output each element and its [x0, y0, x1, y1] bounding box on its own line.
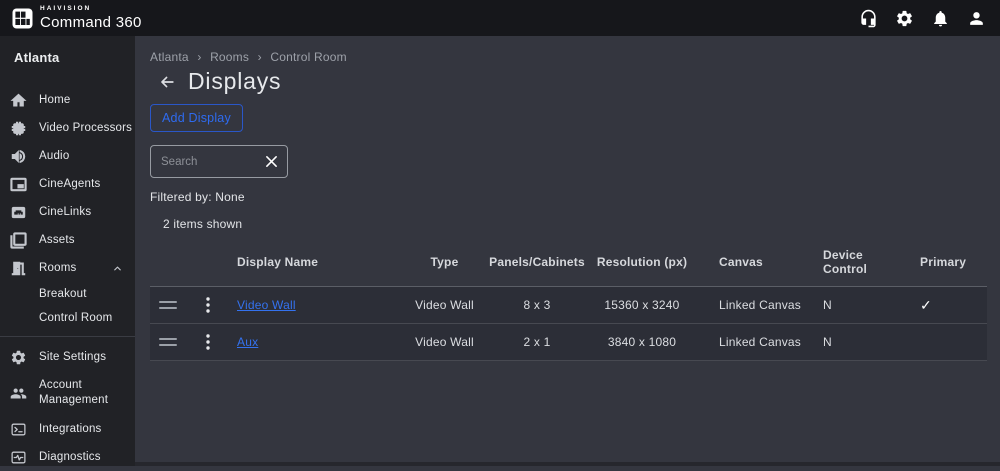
- panels-cell: 8 x 3: [487, 287, 587, 324]
- table-header-row: Display Name Type Panels/Cabinets Resolu…: [150, 244, 987, 287]
- col-canvas: Canvas: [697, 244, 807, 287]
- sidebar-item-cinelinks[interactable]: CineLinks: [0, 198, 135, 226]
- gear-icon: [10, 349, 27, 366]
- drag-cell: [150, 324, 186, 361]
- window-widget-icon: [10, 176, 27, 193]
- brand-company: HAIVISION: [40, 6, 142, 13]
- kebab-menu-icon[interactable]: [206, 297, 210, 313]
- table-row: Video Wall Video Wall 8 x 3 15360 x 3240…: [150, 287, 987, 324]
- display-name-cell: Aux: [230, 324, 402, 361]
- app-logo: HAIVISION Command 360: [12, 6, 142, 30]
- breadcrumb-separator: ›: [258, 50, 262, 64]
- col-panels-cabinets: Panels/Cabinets: [487, 244, 587, 287]
- actions-cell: [186, 287, 230, 324]
- home-icon: [10, 92, 27, 109]
- col-resolution: Resolution (px): [587, 244, 697, 287]
- display-name-cell: Video Wall: [230, 287, 402, 324]
- top-bar: HAIVISION Command 360: [0, 0, 1000, 36]
- brand-product: Command 360: [40, 15, 142, 30]
- search-input[interactable]: [161, 156, 253, 168]
- drag-handle-icon[interactable]: [159, 338, 177, 346]
- displays-table: Display Name Type Panels/Cabinets Resolu…: [150, 244, 987, 361]
- speaker-icon: [10, 148, 27, 165]
- device-control-cell: N: [807, 287, 907, 324]
- sidebar-item-integrations[interactable]: Integrations: [0, 415, 135, 443]
- sidebar-item-cineagents[interactable]: CineAgents: [0, 170, 135, 198]
- items-count: 2 items shown: [163, 217, 1000, 231]
- col-device-control: Device Control: [807, 244, 907, 287]
- actions-column-header: [186, 244, 230, 287]
- sidebar-item-assets[interactable]: Assets: [0, 226, 135, 254]
- sidebar-item-control-room[interactable]: Control Room: [0, 306, 135, 330]
- breadcrumb-atlanta[interactable]: Atlanta: [150, 50, 189, 64]
- breadcrumb-separator: ›: [197, 50, 201, 64]
- filter-status: Filtered by: None: [150, 190, 1000, 204]
- ethernet-port-icon: [10, 204, 27, 221]
- sidebar-item-rooms[interactable]: Rooms: [0, 254, 135, 282]
- topbar-icon-group: [859, 9, 986, 28]
- canvas-cell: Linked Canvas: [697, 287, 807, 324]
- display-link[interactable]: Aux: [237, 335, 258, 349]
- pulse-waveform-icon: [10, 449, 27, 466]
- sidebar-item-breakout[interactable]: Breakout: [0, 282, 135, 306]
- col-display-name: Display Name: [230, 244, 402, 287]
- display-link[interactable]: Video Wall: [237, 298, 296, 312]
- breadcrumb-control-room: Control Room: [270, 50, 346, 64]
- actions-cell: [186, 324, 230, 361]
- add-display-button[interactable]: Add Display: [150, 104, 243, 132]
- kebab-menu-icon[interactable]: [206, 334, 210, 350]
- sidebar-item-audio[interactable]: Audio: [0, 142, 135, 170]
- primary-cell: [907, 324, 987, 361]
- sidebar-item-site-settings[interactable]: Site Settings: [0, 343, 135, 371]
- breadcrumb: Atlanta › Rooms › Control Room: [150, 50, 1000, 64]
- site-name: Atlanta: [0, 36, 135, 77]
- table-row: Aux Video Wall 2 x 1 3840 x 1080 Linked …: [150, 324, 987, 361]
- drag-column-header: [150, 244, 186, 287]
- resolution-cell: 15360 x 3240: [587, 287, 697, 324]
- panels-cell: 2 x 1: [487, 324, 587, 361]
- device-control-cell: N: [807, 324, 907, 361]
- search-box: [150, 145, 288, 178]
- people-icon: [10, 385, 27, 402]
- haivision-logo-icon: [12, 8, 33, 29]
- page-title: Displays: [188, 68, 281, 95]
- sidebar-item-video-processors[interactable]: Video Processors: [0, 114, 135, 142]
- main-content: Atlanta › Rooms › Control Room Displays …: [135, 36, 1000, 466]
- user-account-icon[interactable]: [967, 9, 986, 28]
- drag-handle-icon[interactable]: [159, 301, 177, 309]
- title-row: Displays: [157, 68, 1000, 95]
- chevron-up-icon: [112, 263, 123, 274]
- layers-icon: [10, 232, 27, 249]
- drag-cell: [150, 287, 186, 324]
- sidebar-item-home[interactable]: Home: [0, 86, 135, 114]
- horizontal-scrollbar-track: [135, 462, 1000, 466]
- door-icon: [10, 260, 27, 277]
- resolution-cell: 3840 x 1080: [587, 324, 697, 361]
- brand-text: HAIVISION Command 360: [40, 6, 142, 30]
- sidebar: Atlanta Home Video Processors Audio Cine…: [0, 36, 135, 466]
- settings-gear-icon[interactable]: [895, 9, 914, 28]
- notifications-bell-icon[interactable]: [931, 9, 950, 28]
- chip-icon: [10, 120, 27, 137]
- sidebar-item-diagnostics[interactable]: Diagnostics: [0, 443, 135, 471]
- breadcrumb-rooms[interactable]: Rooms: [210, 50, 249, 64]
- checkmark-icon: ✓: [920, 297, 932, 313]
- sidebar-item-account-management[interactable]: Account Management: [0, 371, 135, 415]
- support-headset-icon[interactable]: [859, 9, 878, 28]
- col-type: Type: [402, 244, 487, 287]
- sidebar-divider: [0, 336, 135, 337]
- primary-cell: ✓: [907, 287, 987, 324]
- col-primary: Primary: [907, 244, 987, 287]
- clear-search-icon[interactable]: [265, 155, 278, 168]
- sidebar-nav: Home Video Processors Audio CineAgents C…: [0, 77, 135, 471]
- canvas-cell: Linked Canvas: [697, 324, 807, 361]
- back-arrow-icon[interactable]: [157, 72, 177, 92]
- type-cell: Video Wall: [402, 287, 487, 324]
- terminal-icon: [10, 421, 27, 438]
- type-cell: Video Wall: [402, 324, 487, 361]
